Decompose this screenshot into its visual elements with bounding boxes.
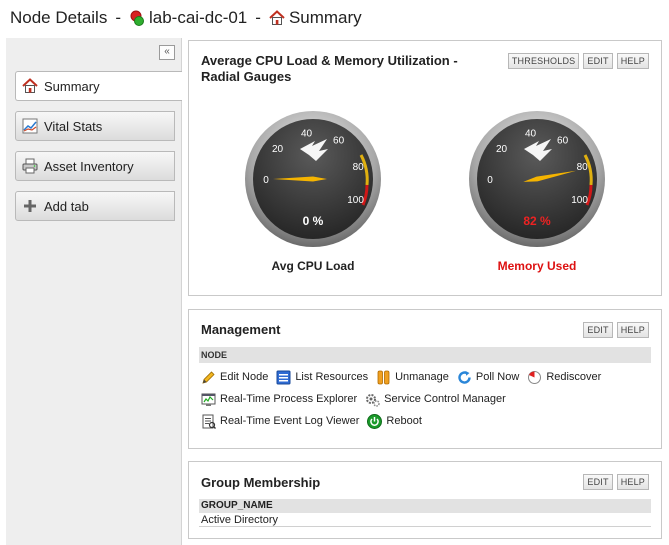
gauge-scale-label: 80 [353,162,365,173]
node-status-icon [129,10,145,26]
process-explorer-link[interactable]: Real-Time Process Explorer [201,392,357,407]
gauge-value-text: 82 % [523,214,551,228]
gauge-scale-label: 40 [301,129,313,140]
chart-icon [22,118,38,134]
process-explorer-icon [201,392,216,407]
memory-gauge-dial: 0 20 40 60 80 100 82 % [469,111,605,247]
edit-button[interactable]: EDIT [583,474,613,490]
gauge-scale-label: 100 [571,195,588,206]
help-button[interactable]: HELP [616,322,649,338]
title-text: Node Details [10,8,108,27]
page-title: Node Details - lab-cai-dc-01 - Summary [10,6,362,30]
pencil-icon [201,370,216,385]
tab-asset-inventory[interactable]: Asset Inventory [15,151,175,181]
memory-gauge: 0 20 40 60 80 100 82 % [467,109,607,249]
collapse-sidebar-button[interactable]: « [159,45,175,60]
event-log-icon [201,414,216,429]
help-button[interactable]: HELP [616,53,649,69]
radar-icon [527,370,542,385]
title-separator-2: - [255,8,261,27]
gears-icon [365,392,380,407]
management-panel: Management EDIT HELP NODE Edit Node List… [188,309,662,449]
service-control-link[interactable]: Service Control Manager [365,392,506,407]
edit-button[interactable]: EDIT [583,322,613,338]
gauge-scale-label: 100 [347,195,364,206]
poll-now-link[interactable]: Poll Now [457,370,519,385]
rediscover-link[interactable]: Rediscover [527,370,601,385]
refresh-icon [457,370,472,385]
tab-vital-stats[interactable]: Vital Stats [15,111,175,141]
plus-icon [22,198,38,214]
action-row-1: Edit Node List Resources Unmanage Poll N… [201,366,601,388]
view-name: Summary [288,8,362,27]
action-row-3: Real-Time Event Log Viewer Reboot [201,410,601,432]
rediscover-label: Rediscover [546,371,602,383]
thresholds-button[interactable]: THRESHOLDS [507,53,580,69]
tab-summary[interactable]: Summary [15,71,182,101]
group-membership-panel: Group Membership EDIT HELP GROUP_NAME Ac… [188,461,662,539]
list-resources-link[interactable]: List Resources [276,370,368,385]
sidebar: « Summary Vital Stats Asset Inventory Ad… [6,38,182,545]
home-icon [269,10,285,26]
list-icon [276,370,291,385]
event-log-link[interactable]: Real-Time Event Log Viewer [201,414,359,429]
gauge-scale-label: 0 [263,175,269,186]
group-panel-buttons: EDIT HELP [583,474,649,490]
management-panel-title: Management [201,322,281,337]
unmanage-label: Unmanage [395,371,449,383]
gauges-panel-buttons: THRESHOLDS EDIT HELP [507,53,649,69]
cpu-gauge-dial: 0 20 40 60 80 100 0 % [245,111,381,247]
node-section-header: NODE [199,347,651,363]
gauge-scale-label: 40 [525,129,537,140]
tab-label: Asset Inventory [44,158,134,174]
pause-icon [376,370,391,385]
tab-label: Vital Stats [44,118,103,134]
gauge-scale-label: 60 [333,136,345,147]
tab-label: Summary [44,78,100,94]
help-button[interactable]: HELP [616,474,649,490]
action-row-2: Real-Time Process Explorer Service Contr… [201,388,601,410]
reboot-label: Reboot [386,415,422,427]
cpu-gauge: 0 20 40 60 80 100 0 % [243,109,383,249]
gauges-panel-title: Average CPU Load & Memory Utilization - … [201,53,458,85]
management-panel-buttons: EDIT HELP [583,322,649,338]
cpu-gauge-label: Avg CPU Load [271,259,355,273]
title-line-1: Average CPU Load & Memory Utilization - [201,53,458,68]
reboot-link[interactable]: Reboot [367,413,422,429]
gauges-panel: Average CPU Load & Memory Utilization - … [188,40,662,296]
memory-gauge-label: Memory Used [497,259,577,273]
list-resources-label: List Resources [295,371,369,383]
gauge-value-text: 0 % [303,214,324,228]
printer-icon [22,158,38,174]
gauge-scale-label: 0 [487,175,493,186]
gauge-scale-label: 20 [496,144,508,155]
event-log-label: Real-Time Event Log Viewer [220,415,360,427]
tab-add-tab[interactable]: Add tab [15,191,175,221]
edit-node-label: Edit Node [220,371,269,383]
group-membership-title: Group Membership [201,475,321,490]
gauge-scale-label: 60 [557,136,569,147]
node-name: lab-cai-dc-01 [149,8,248,27]
title-line-2: Radial Gauges [201,69,292,84]
group-name-column-header: GROUP_NAME [199,499,651,513]
power-icon [367,413,383,429]
table-row: Active Directory [199,513,651,527]
edit-node-link[interactable]: Edit Node [201,370,268,385]
management-actions: Edit Node List Resources Unmanage Poll N… [201,366,601,432]
poll-now-label: Poll Now [475,371,520,383]
unmanage-link[interactable]: Unmanage [376,370,449,385]
gauge-scale-label: 20 [272,144,284,155]
gauge-scale-label: 80 [577,162,589,173]
edit-button[interactable]: EDIT [583,53,613,69]
service-control-label: Service Control Manager [384,393,506,405]
tab-label: Add tab [44,198,89,214]
title-separator: - [115,8,121,27]
home-icon [22,78,38,94]
process-explorer-label: Real-Time Process Explorer [220,393,358,405]
